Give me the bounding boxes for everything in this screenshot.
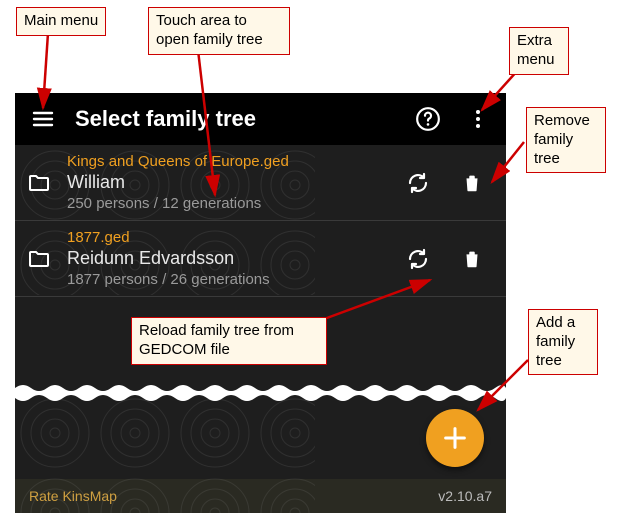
reload-icon bbox=[406, 171, 430, 195]
folder-icon bbox=[25, 171, 53, 195]
callout-remove: Removefamilytree bbox=[526, 107, 606, 173]
tree-stats: 1877 persons / 26 generations bbox=[67, 271, 386, 288]
delete-button[interactable] bbox=[454, 165, 490, 201]
callout-touch-open: Touch area toopen family tree bbox=[148, 7, 290, 55]
tree-item-text: 1877.ged Reidunn Edvardsson 1877 persons… bbox=[67, 229, 386, 288]
callout-reload: Reload family tree fromGEDCOM file bbox=[131, 317, 327, 365]
bottom-area bbox=[15, 393, 506, 479]
tree-file-name: Kings and Queens of Europe.ged bbox=[67, 153, 386, 170]
app-title: Select family tree bbox=[75, 106, 396, 132]
callout-main-menu: Main menu bbox=[16, 7, 106, 36]
reload-button[interactable] bbox=[400, 165, 436, 201]
tree-person-name: Reidunn Edvardsson bbox=[67, 248, 386, 269]
more-vert-icon bbox=[466, 107, 490, 131]
footer-bar: Rate KinsMap v2.10.a7 bbox=[15, 479, 506, 513]
app-screen: Select family tree bbox=[15, 93, 506, 513]
overflow-menu-button[interactable] bbox=[460, 101, 496, 137]
trash-icon bbox=[461, 248, 483, 270]
add-tree-fab[interactable] bbox=[426, 409, 484, 467]
tree-item-actions bbox=[400, 165, 496, 201]
tree-file-name: 1877.ged bbox=[67, 229, 386, 246]
app-bar: Select family tree bbox=[15, 93, 506, 145]
delete-button[interactable] bbox=[454, 241, 490, 277]
callout-extra-menu: Extramenu bbox=[509, 27, 569, 75]
trash-icon bbox=[461, 172, 483, 194]
tree-person-name: William bbox=[67, 172, 386, 193]
hamburger-icon bbox=[31, 107, 55, 131]
tree-item-actions bbox=[400, 241, 496, 277]
main-menu-button[interactable] bbox=[25, 101, 61, 137]
tree-item[interactable]: 1877.ged Reidunn Edvardsson 1877 persons… bbox=[15, 221, 506, 297]
callout-add: Add afamilytree bbox=[528, 309, 598, 375]
plus-icon bbox=[441, 424, 469, 452]
help-icon bbox=[415, 106, 441, 132]
rate-link[interactable]: Rate KinsMap bbox=[29, 488, 117, 504]
reload-icon bbox=[406, 247, 430, 271]
version-label: v2.10.a7 bbox=[438, 488, 492, 504]
help-button[interactable] bbox=[410, 101, 446, 137]
tree-item[interactable]: Kings and Queens of Europe.ged William 2… bbox=[15, 145, 506, 221]
tree-stats: 250 persons / 12 generations bbox=[67, 195, 386, 212]
folder-icon bbox=[25, 247, 53, 271]
tree-item-text: Kings and Queens of Europe.ged William 2… bbox=[67, 153, 386, 212]
reload-button[interactable] bbox=[400, 241, 436, 277]
torn-edge bbox=[15, 392, 506, 404]
